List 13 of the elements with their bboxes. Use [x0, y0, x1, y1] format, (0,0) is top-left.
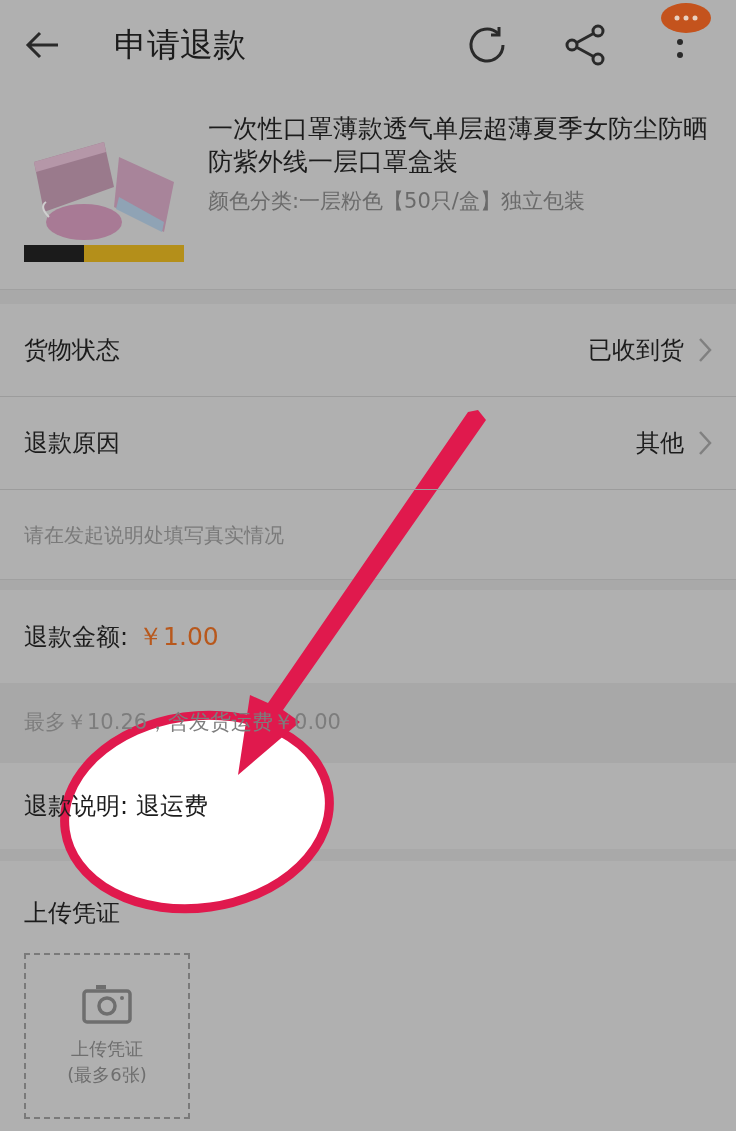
form-row[interactable]: 货物状态 已收到货	[0, 304, 736, 397]
camera-icon	[82, 984, 132, 1024]
note-value: 退运费	[136, 791, 209, 822]
more-icon[interactable]	[660, 2, 712, 60]
chevron-right-icon	[698, 337, 712, 363]
back-icon[interactable]	[24, 30, 60, 60]
section-title: 上传凭证	[24, 899, 120, 927]
product-spec: 颜色分类:一层粉色【50只/盒】独立包装	[208, 188, 586, 215]
chevron-right-icon	[698, 430, 712, 456]
page-title: 申请退款	[114, 24, 246, 67]
product-title[interactable]: 一次性口罩薄款透气单层超薄夏季女防尘防晒防紫外线一层口罩盒装	[208, 112, 708, 178]
amount-label: 退款金额:	[24, 621, 129, 653]
amount-value: ￥1.00	[138, 620, 219, 653]
